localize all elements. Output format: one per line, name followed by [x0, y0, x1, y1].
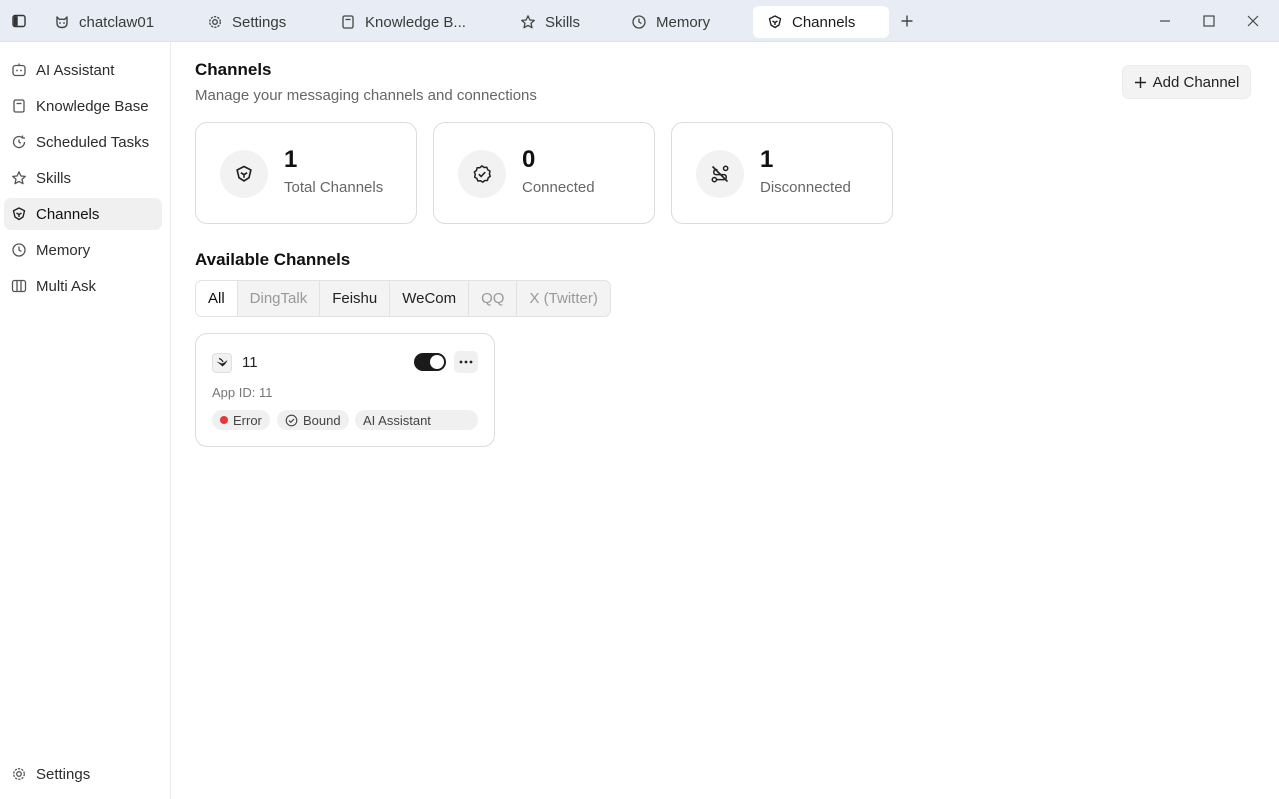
channel-more-button[interactable]: [454, 351, 478, 373]
gear-icon: [207, 14, 223, 30]
book-icon: [11, 98, 27, 114]
more-horizontal-icon: [459, 360, 473, 364]
main-content: Channels Manage your messaging channels …: [171, 42, 1279, 799]
bound-label: Bound: [303, 412, 341, 428]
plus-icon: [1134, 76, 1146, 88]
channel-filter: All DingTalk Feishu WeCom QQ X (Twitter): [195, 280, 611, 317]
sidebar-item-scheduled-tasks[interactable]: Scheduled Tasks: [4, 126, 162, 158]
sidebar-item-memory[interactable]: Memory: [4, 234, 162, 266]
tab-knowledge-base[interactable]: Knowledge B...: [326, 6, 480, 38]
robot-icon: [11, 62, 27, 78]
channels-icon: [220, 150, 268, 198]
stat-disconnected: 1 Disconnected: [671, 122, 893, 224]
minimize-icon: [1160, 20, 1170, 22]
sidebar-item-label: Scheduled Tasks: [36, 133, 150, 151]
error-dot-icon: [220, 416, 228, 424]
clock-icon: [11, 242, 27, 258]
sidebar-item-label: Knowledge Base: [36, 97, 149, 115]
channel-name: 11: [242, 354, 258, 371]
sidebar-item-knowledge-base[interactable]: Knowledge Base: [4, 90, 162, 122]
tab-chatclaw01[interactable]: chatclaw01: [40, 6, 168, 38]
sidebar-settings-label: Settings: [36, 765, 91, 783]
stat-value: 0: [522, 146, 536, 173]
sidebar-toggle-icon: [12, 14, 26, 28]
filter-feishu[interactable]: Feishu: [320, 281, 391, 316]
add-channel-label: Add Channel: [1152, 73, 1240, 91]
sidebar-item-ai-assistant[interactable]: AI Assistant: [4, 54, 162, 86]
columns-icon: [11, 278, 27, 294]
stat-total-channels: 1 Total Channels: [195, 122, 417, 224]
channels-icon: [767, 14, 783, 30]
feishu-logo-icon: [212, 353, 232, 373]
disconnected-route-icon: [696, 150, 744, 198]
channel-enabled-toggle[interactable]: [414, 353, 446, 371]
tab-settings[interactable]: Settings: [193, 6, 300, 38]
minimize-button[interactable]: [1154, 10, 1176, 32]
stat-label: Connected: [522, 179, 595, 196]
stat-value: 1: [760, 146, 774, 173]
add-channel-button[interactable]: Add Channel: [1122, 65, 1251, 99]
page-subtitle: Manage your messaging channels and conne…: [195, 87, 537, 104]
sidebar-toggle-button[interactable]: [7, 9, 31, 33]
check-badge-icon: [458, 150, 506, 198]
star-icon: [520, 14, 536, 30]
tab-label: Memory: [656, 13, 711, 31]
stat-connected: 0 Connected: [433, 122, 655, 224]
section-title: Available Channels: [195, 250, 351, 269]
filter-x-twitter[interactable]: X (Twitter): [517, 281, 609, 316]
stat-label: Disconnected: [760, 179, 851, 196]
tab-skills[interactable]: Skills: [506, 6, 594, 38]
new-tab-button[interactable]: [895, 9, 919, 33]
assistant-label: AI Assistant: [363, 412, 431, 428]
gear-icon: [11, 766, 27, 782]
star-icon: [11, 170, 27, 186]
channel-app-id: App ID: 11: [212, 385, 273, 400]
close-button[interactable]: [1242, 10, 1264, 32]
tab-memory[interactable]: Memory: [617, 6, 724, 38]
plus-icon: [901, 15, 913, 27]
sidebar-item-label: Skills: [36, 169, 72, 187]
check-circle-icon: [285, 414, 298, 426]
filter-qq[interactable]: QQ: [469, 281, 518, 316]
filter-dingtalk[interactable]: DingTalk: [238, 281, 321, 316]
status-badge: Error: [212, 410, 270, 430]
tab-label: Knowledge B...: [365, 13, 466, 31]
sidebar-item-label: Multi Ask: [36, 277, 97, 295]
clock-icon: [631, 14, 647, 30]
toggle-knob: [430, 355, 444, 369]
channels-icon: [11, 206, 27, 222]
tab-channels[interactable]: Channels: [753, 6, 889, 38]
tab-label: chatclaw01: [79, 13, 155, 31]
sidebar-item-channels[interactable]: Channels: [4, 198, 162, 230]
tab-label: Settings: [232, 13, 287, 31]
cat-icon: [54, 14, 70, 30]
tab-label: Skills: [545, 13, 581, 31]
sidebar: AI Assistant Knowledge Base Scheduled Ta…: [0, 42, 171, 799]
close-icon: [1247, 15, 1259, 27]
maximize-icon: [1203, 15, 1215, 27]
maximize-button[interactable]: [1198, 10, 1220, 32]
tab-label: Channels: [792, 13, 856, 31]
page-title: Channels: [195, 60, 272, 79]
channel-card[interactable]: 11 App ID: 11 Error Bound AI Assistant: [195, 333, 495, 447]
stat-value: 1: [284, 146, 298, 173]
sidebar-item-skills[interactable]: Skills: [4, 162, 162, 194]
title-bar: chatclaw01 Settings Knowledge B... Skill…: [0, 0, 1279, 42]
filter-all[interactable]: All: [196, 281, 238, 316]
stat-label: Total Channels: [284, 179, 384, 196]
bound-badge: Bound: [277, 410, 349, 430]
assistant-badge[interactable]: AI Assistant: [355, 410, 478, 430]
book-icon: [340, 14, 356, 30]
status-label: Error: [233, 412, 262, 428]
sidebar-item-label: Channels: [36, 205, 100, 223]
sidebar-settings[interactable]: Settings: [4, 758, 162, 790]
filter-wecom[interactable]: WeCom: [390, 281, 470, 316]
sidebar-item-multi-ask[interactable]: Multi Ask: [4, 270, 162, 302]
sidebar-item-label: Memory: [36, 241, 91, 259]
sidebar-item-label: AI Assistant: [36, 61, 115, 79]
clock-refresh-icon: [11, 134, 27, 150]
